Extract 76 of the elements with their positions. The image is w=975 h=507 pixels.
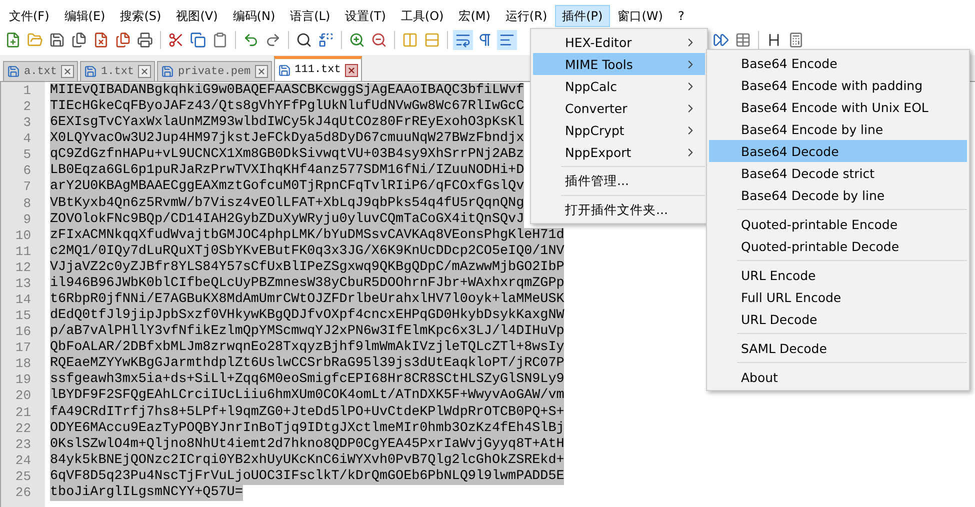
menu-item[interactable]: Converter — [533, 97, 705, 119]
menu-item[interactable]: Base64 Decode by line — [709, 184, 967, 206]
save-icon — [161, 65, 174, 78]
menu-bar-item[interactable]: 搜索(S) — [113, 5, 168, 27]
close-icon[interactable] — [138, 65, 152, 78]
line-number: 14 — [14, 292, 32, 308]
line-number: 7 — [22, 179, 32, 196]
line-number: 1 — [22, 83, 32, 100]
line-number: 12 — [14, 260, 32, 276]
line-number: 3 — [22, 115, 32, 132]
line-number: 16 — [14, 324, 32, 340]
menu-item[interactable]: About — [709, 366, 967, 388]
line-number: 18 — [14, 356, 32, 372]
line-number: 15 — [14, 308, 32, 324]
menu-bar-item[interactable]: 编码(N) — [226, 5, 282, 27]
menu-item[interactable]: 打开插件文件夹... — [533, 199, 705, 221]
menu-item[interactable]: SAML Decode — [709, 337, 967, 359]
menu-item[interactable]: NppExport — [533, 141, 705, 163]
line-number: 8 — [22, 196, 32, 212]
menu-item[interactable]: URL Encode — [709, 264, 967, 286]
menu-item[interactable]: Base64 Encode with Unix EOL — [709, 96, 967, 118]
close-icon[interactable] — [254, 65, 268, 78]
line-number: 11 — [14, 244, 32, 260]
menu-bar-item[interactable]: 设置(T) — [338, 5, 393, 27]
line-number: 25 — [14, 468, 32, 485]
line-number: 2 — [22, 99, 32, 116]
file-tab[interactable]: private.pem — [157, 61, 272, 81]
line-number: 17 — [14, 340, 32, 356]
save-icon — [278, 64, 291, 76]
file-tab[interactable]: 111.txt — [274, 56, 362, 81]
menu-item[interactable]: Base64 Encode — [709, 52, 967, 74]
line-number: 10 — [14, 228, 32, 244]
word-wrap-icon[interactable] — [453, 30, 473, 50]
menu-item[interactable]: Quoted-printable Decode — [709, 235, 967, 257]
close-icon[interactable] — [344, 64, 358, 76]
line-number: 24 — [14, 452, 32, 469]
menu-bar-item[interactable]: 窗口(W) — [610, 5, 670, 27]
line-number: 26 — [14, 484, 32, 502]
menu-bar-item[interactable]: 宏(M) — [452, 5, 498, 27]
menu-item[interactable]: Full URL Encode — [709, 286, 967, 308]
close-icon[interactable] — [61, 65, 74, 78]
line-number: 21 — [14, 404, 32, 421]
printer-icon[interactable] — [135, 30, 155, 50]
menu-bar-item[interactable]: 工具(O) — [394, 5, 451, 27]
menu-item[interactable]: Base64 Decode — [709, 140, 967, 162]
save-icon — [7, 65, 20, 78]
line-number: 5 — [22, 147, 32, 164]
menu-bar-item[interactable]: 插件(P) — [555, 5, 610, 27]
line-number: 20 — [14, 388, 32, 405]
menu-item[interactable]: MIME Tools — [533, 53, 705, 75]
menu-bar-item[interactable]: ? — [670, 5, 692, 27]
menu-item[interactable]: NppCrypt — [533, 119, 705, 141]
menu-item[interactable]: URL Decode — [709, 308, 967, 330]
line-number: 6 — [22, 163, 32, 180]
menu-item[interactable]: Base64 Encode with padding — [709, 74, 967, 96]
menu-bar-item[interactable]: 视图(V) — [169, 5, 225, 27]
save-icon — [84, 65, 98, 78]
copy-icon[interactable] — [188, 30, 208, 50]
file-tab[interactable]: 1.txt — [80, 61, 156, 81]
menu-item[interactable]: NppCalc — [533, 75, 705, 97]
line-number: 19 — [14, 372, 32, 388]
menu-item[interactable]: 插件管理... — [533, 170, 705, 192]
file-tab[interactable]: a.txt — [3, 61, 78, 81]
line-number: 4 — [22, 131, 32, 148]
line-number: 22 — [14, 420, 32, 437]
menu-bar-item[interactable]: 文件(F) — [2, 5, 56, 27]
menu-bar-item[interactable]: 运行(R) — [498, 5, 554, 27]
line-number: 13 — [14, 276, 32, 292]
line-number: 23 — [14, 436, 32, 453]
line-number: 9 — [22, 212, 32, 228]
menu-item[interactable]: Base64 Encode by line — [709, 118, 967, 140]
menu-item[interactable]: Quoted-printable Encode — [709, 213, 967, 235]
menu-bar-item[interactable]: 编辑(E) — [57, 5, 112, 27]
menu-bar-item[interactable]: 语言(L) — [283, 5, 338, 27]
menu-item[interactable]: Base64 Decode strict — [709, 162, 967, 184]
menu-item[interactable]: HEX-Editor — [533, 31, 705, 53]
